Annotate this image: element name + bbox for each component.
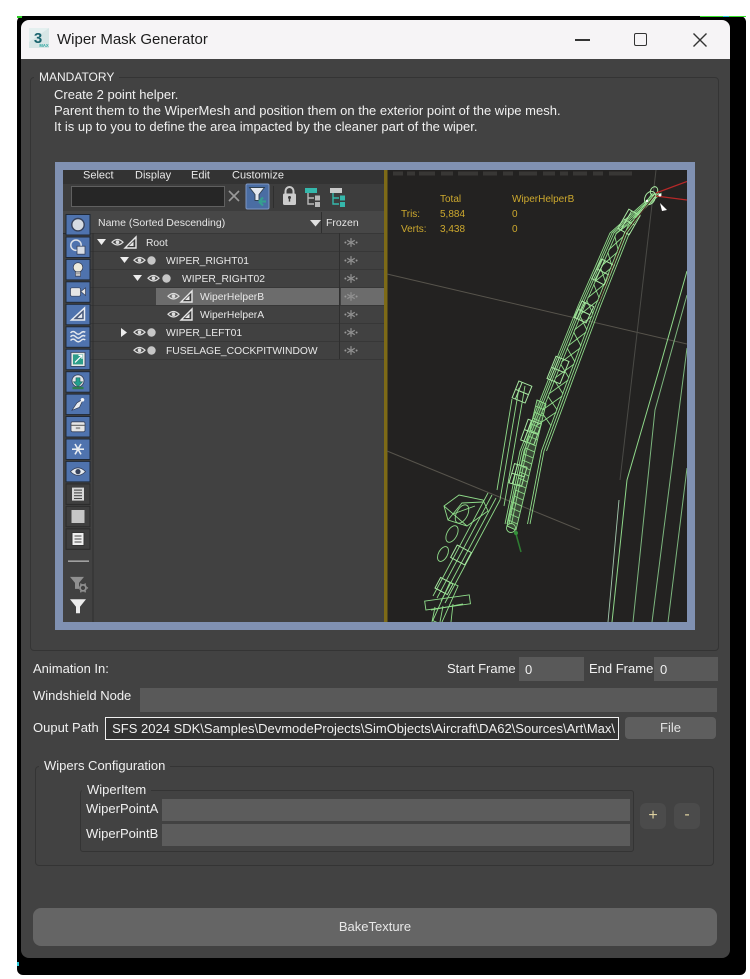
svg-text:MAX: MAX (39, 43, 49, 48)
svg-text:WiperHelperA: WiperHelperA (200, 310, 264, 321)
svg-text:0: 0 (512, 209, 518, 220)
svg-text:WiperHelperB: WiperHelperB (200, 292, 264, 303)
svg-text:WIPER_RIGHT01: WIPER_RIGHT01 (166, 256, 249, 267)
svg-text:FUSELAGE_COCKPITWINDOW: FUSELAGE_COCKPITWINDOW (166, 346, 318, 357)
svg-text:WIPER_LEFT01: WIPER_LEFT01 (166, 328, 242, 339)
svg-text:3,438: 3,438 (440, 224, 465, 235)
svg-text:0: 0 (512, 224, 518, 235)
svg-text:Name (Sorted Descending): Name (Sorted Descending) (98, 217, 225, 229)
svg-text:Frozen: Frozen (326, 217, 359, 229)
svg-text:Display: Display (135, 170, 172, 182)
svg-text:WiperHelperB: WiperHelperB (512, 194, 575, 205)
svg-text:Customize: Customize (232, 170, 284, 182)
svg-text:Edit: Edit (191, 170, 210, 182)
svg-text:WIPER_RIGHT02: WIPER_RIGHT02 (182, 274, 265, 285)
svg-text:Tris:: Tris: (401, 209, 420, 220)
svg-text:Total: Total (440, 194, 461, 205)
svg-text:Select: Select (83, 170, 114, 182)
svg-text:Verts:: Verts: (401, 224, 427, 235)
svg-text:Root: Root (146, 238, 168, 249)
svg-text:5,884: 5,884 (440, 209, 465, 220)
